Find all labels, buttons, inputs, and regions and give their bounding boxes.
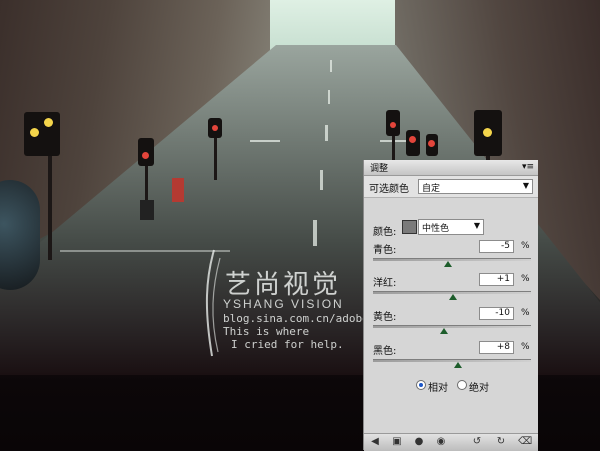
watermark-line1: This is where [223,325,310,338]
panel-tab-adjustments[interactable]: 调整 [370,161,388,174]
traffic-light [406,130,420,156]
postbox [172,178,184,202]
slider-value-input[interactable]: +1 [479,273,514,286]
slider-label: 青色: [373,245,397,256]
slider-value-input[interactable]: +8 [479,341,514,354]
watermark-chinese: 艺尚视觉 [225,270,342,300]
method-absolute-radio[interactable] [457,380,467,390]
traffic-lamp [142,152,149,159]
lane-marking [250,140,280,142]
lane-marking [328,90,330,104]
slider-track[interactable] [373,359,531,362]
panel-bottom-toolbar: ◀ ▣ ● ◉ ↺ ↻ ⌫ [364,433,538,451]
slider-value-input[interactable]: -10 [479,307,514,320]
chevron-down-icon: ▼ [522,181,529,190]
colors-dropdown[interactable]: 中性色 ▼ [418,219,484,235]
delete-icon[interactable]: ⌫ [518,437,532,447]
preset-value: 自定 [422,184,441,194]
traffic-lamp [409,136,416,143]
lane-marking [325,125,328,141]
chevron-down-icon: ▼ [473,221,480,230]
slider-thumb[interactable] [448,294,457,300]
panel-title-bar[interactable]: 调整 ▾≡ [364,160,538,176]
watermark-url: blog.sina.com.cn/adobech [223,312,382,325]
reset-icon[interactable]: ↺ [472,437,482,447]
method-relative-label: 相对 [428,383,448,394]
slider-label: 洋红: [373,278,397,289]
traffic-lamp [212,125,218,131]
bin [140,200,154,220]
lane-marking [330,60,332,72]
car [0,180,40,290]
traffic-lamp [390,122,396,128]
slider-label: 黄色: [373,312,397,323]
method-relative-radio[interactable] [416,380,426,390]
adjustments-panel: 调整 ▾≡ 可选颜色 自定 ▼ 颜色: 中性色 ▼ 青色: -5% 洋红: +1% 黄色… [363,160,538,451]
slider-unit: % [521,274,530,284]
slider-value-input[interactable]: -5 [479,240,514,253]
slider-thumb[interactable] [440,328,449,334]
traffic-pole [48,150,52,260]
lane-marking [320,170,323,190]
traffic-lamp [428,140,435,147]
watermark-english: YSHANG VISION [223,297,344,311]
colors-value: 中性色 [422,224,450,234]
view-previous-icon[interactable]: ◉ [436,437,446,447]
slider-label: 黑色: [373,346,397,357]
preset-row: 可选颜色 自定 ▼ [364,176,538,198]
traffic-lamp [30,128,39,137]
slider-track[interactable] [373,325,531,328]
clip-layer-icon[interactable]: ▣ [392,437,402,447]
panel-menu-icon[interactable]: ▾≡ [522,162,534,172]
colors-label: 颜色: [373,227,397,238]
back-icon[interactable]: ◀ [370,437,380,447]
slider-thumb[interactable] [444,261,453,267]
refresh-icon[interactable]: ↻ [496,437,506,447]
slider-unit: % [521,241,530,251]
preset-dropdown[interactable]: 自定 ▼ [418,179,533,194]
method-absolute-label: 绝对 [469,383,489,394]
visibility-eye-icon[interactable]: ● [414,437,424,447]
slider-unit: % [521,308,530,318]
color-swatch [402,220,417,234]
lane-marking [313,220,317,246]
preset-label: 可选颜色 [369,184,409,195]
slider-unit: % [521,342,530,352]
traffic-lamp [44,118,53,127]
traffic-lamp [483,128,492,137]
slider-thumb[interactable] [454,362,463,368]
watermark-line2: I cried for help. [231,338,344,351]
